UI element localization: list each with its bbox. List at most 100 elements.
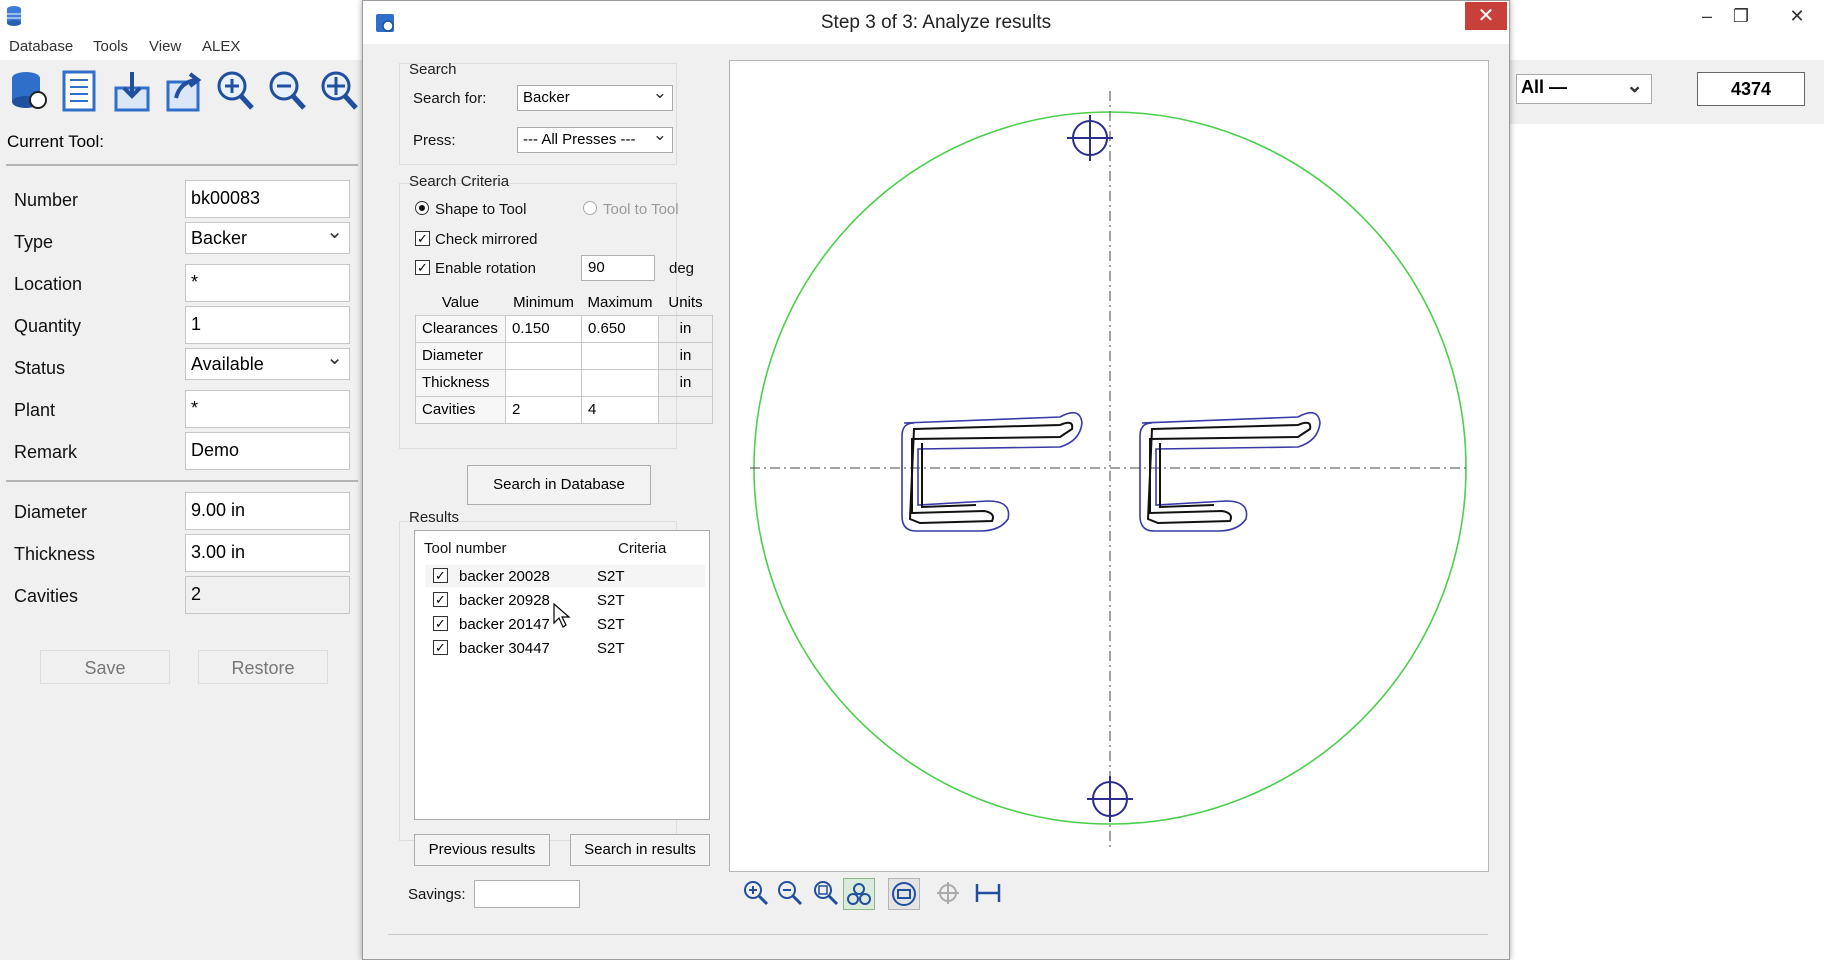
current-tool-heading: Current Tool: <box>7 132 105 151</box>
row-unit: in <box>658 368 714 397</box>
dialog-title: Step 3 of 3: Analyze results <box>820 12 1052 33</box>
check-mirrored-checkbox[interactable]: ✓ <box>415 231 430 246</box>
col-units: Units <box>668 294 703 312</box>
row-name: Thickness <box>415 368 506 397</box>
press-select[interactable]: --- All Presses --- <box>517 125 673 153</box>
list-icon[interactable] <box>58 68 102 114</box>
type-label: Type <box>14 232 54 252</box>
row-unit <box>658 395 714 424</box>
restore-icon[interactable]: ❐ <box>1726 2 1756 30</box>
enable-rotation-checkbox[interactable]: ✓ <box>415 260 430 275</box>
search-for-select[interactable]: Backer <box>517 83 673 111</box>
table-row: Clearances 0.150 0.650 in <box>415 314 714 343</box>
dialog-titlebar: Step 3 of 3: Analyze results ✕ <box>363 1 1509 44</box>
search-criteria-label: Search Criteria <box>409 173 510 190</box>
result-checkbox[interactable]: ✓ <box>433 616 448 631</box>
list-item[interactable]: ✓ backer 30447 S2T <box>425 637 705 659</box>
tool-preview-canvas[interactable] <box>729 60 1489 872</box>
zoom-out-icon[interactable] <box>775 878 805 908</box>
min-input[interactable] <box>505 368 582 397</box>
save-button[interactable]: Save <box>40 650 170 684</box>
cavity-shape-left <box>901 411 1083 532</box>
result-criteria: S2T <box>597 616 625 633</box>
zoom-in-icon[interactable] <box>214 68 258 114</box>
row-unit: in <box>658 314 714 343</box>
criteria-table: Value Minimum Maximum Units Clearances 0… <box>415 291 714 424</box>
result-tool-number: backer 20028 <box>459 568 550 585</box>
result-checkbox[interactable]: ✓ <box>433 592 448 607</box>
export-icon[interactable] <box>162 68 206 114</box>
thickness-label: Thickness <box>14 544 96 564</box>
savings-label: Savings: <box>408 886 466 903</box>
shape-to-tool-radio[interactable] <box>415 201 429 215</box>
import-icon[interactable] <box>110 68 154 114</box>
row-name: Diameter <box>415 341 506 370</box>
result-checkbox[interactable]: ✓ <box>433 568 448 583</box>
max-input[interactable]: 0.650 <box>580 314 660 343</box>
col-maximum: Maximum <box>587 294 653 312</box>
type-select[interactable]: Backer <box>185 221 350 254</box>
crosshair-top-icon <box>1067 115 1113 161</box>
results-label: Results <box>409 509 460 526</box>
max-input[interactable] <box>580 368 660 397</box>
measure-icon[interactable] <box>973 878 1003 908</box>
plant-field[interactable]: * <box>185 390 350 428</box>
col-criteria: Criteria <box>618 540 667 557</box>
result-tool-number: backer 20928 <box>459 592 550 609</box>
menu-view[interactable]: View <box>149 38 181 55</box>
tool-to-tool-radio[interactable] <box>583 201 597 215</box>
database-app-icon <box>7 6 21 26</box>
dialog-footer-divider <box>388 934 1488 935</box>
search-in-results-button[interactable]: Search in results <box>570 834 710 866</box>
min-input[interactable]: 0.150 <box>505 314 582 343</box>
status-select[interactable]: Available <box>185 347 350 380</box>
result-criteria: S2T <box>597 592 625 609</box>
search-group-label: Search <box>409 61 457 78</box>
max-input[interactable]: 4 <box>580 395 660 424</box>
crosshair-bottom-icon <box>1087 776 1133 822</box>
list-item[interactable]: ✓ backer 20028 S2T <box>425 565 705 587</box>
location-label: Location <box>14 274 83 294</box>
min-input[interactable] <box>505 341 582 370</box>
col-value: Value <box>441 294 480 312</box>
thickness-field[interactable]: 3.00 in <box>185 534 350 572</box>
row-name: Cavities <box>415 395 506 424</box>
savings-field[interactable] <box>474 880 580 908</box>
diameter-field[interactable]: 9.00 in <box>185 492 350 530</box>
table-row: Thickness in <box>415 368 714 397</box>
quantity-field[interactable]: 1 <box>185 306 350 344</box>
result-tool-number: backer 20147 <box>459 616 550 633</box>
menu-alex[interactable]: ALEX <box>202 38 240 55</box>
number-label: Number <box>14 190 79 210</box>
search-in-database-button[interactable]: Search in Database <box>467 465 651 505</box>
close-icon[interactable]: ✕ <box>1782 2 1812 30</box>
remark-field[interactable]: Demo <box>185 432 350 470</box>
restore-button[interactable]: Restore <box>198 650 328 684</box>
database-icon[interactable] <box>6 68 50 114</box>
previous-results-button[interactable]: Previous results <box>414 834 550 866</box>
min-input[interactable]: 2 <box>505 395 582 424</box>
zoom-extents-icon[interactable] <box>811 878 841 908</box>
menu-database[interactable]: Database <box>9 38 73 55</box>
zoom-fit-icon[interactable] <box>318 68 362 114</box>
location-field[interactable]: * <box>185 264 350 302</box>
mouse-cursor-icon <box>553 603 571 628</box>
result-criteria: S2T <box>597 568 625 585</box>
zoom-in-icon[interactable] <box>741 878 771 908</box>
crosshair-icon[interactable] <box>933 878 963 908</box>
number-field[interactable]: bk00083 <box>185 180 350 218</box>
shape-to-tool-label: Shape to Tool <box>435 201 527 218</box>
filter-select[interactable]: All — <box>1516 73 1652 104</box>
menu-tools[interactable]: Tools <box>93 38 128 55</box>
max-input[interactable] <box>580 341 660 370</box>
status-label: Status <box>14 358 66 378</box>
rotation-input[interactable]: 90 <box>581 255 655 281</box>
result-tool-number: backer 30447 <box>459 640 550 657</box>
quantity-label: Quantity <box>14 316 82 336</box>
result-checkbox[interactable]: ✓ <box>433 640 448 655</box>
tool-outline-icon[interactable] <box>888 878 920 910</box>
cavity-view-icon[interactable] <box>843 878 875 910</box>
close-icon[interactable]: ✕ <box>1465 2 1507 30</box>
minimize-icon[interactable]: – <box>1692 2 1722 30</box>
zoom-out-icon[interactable] <box>266 68 310 114</box>
